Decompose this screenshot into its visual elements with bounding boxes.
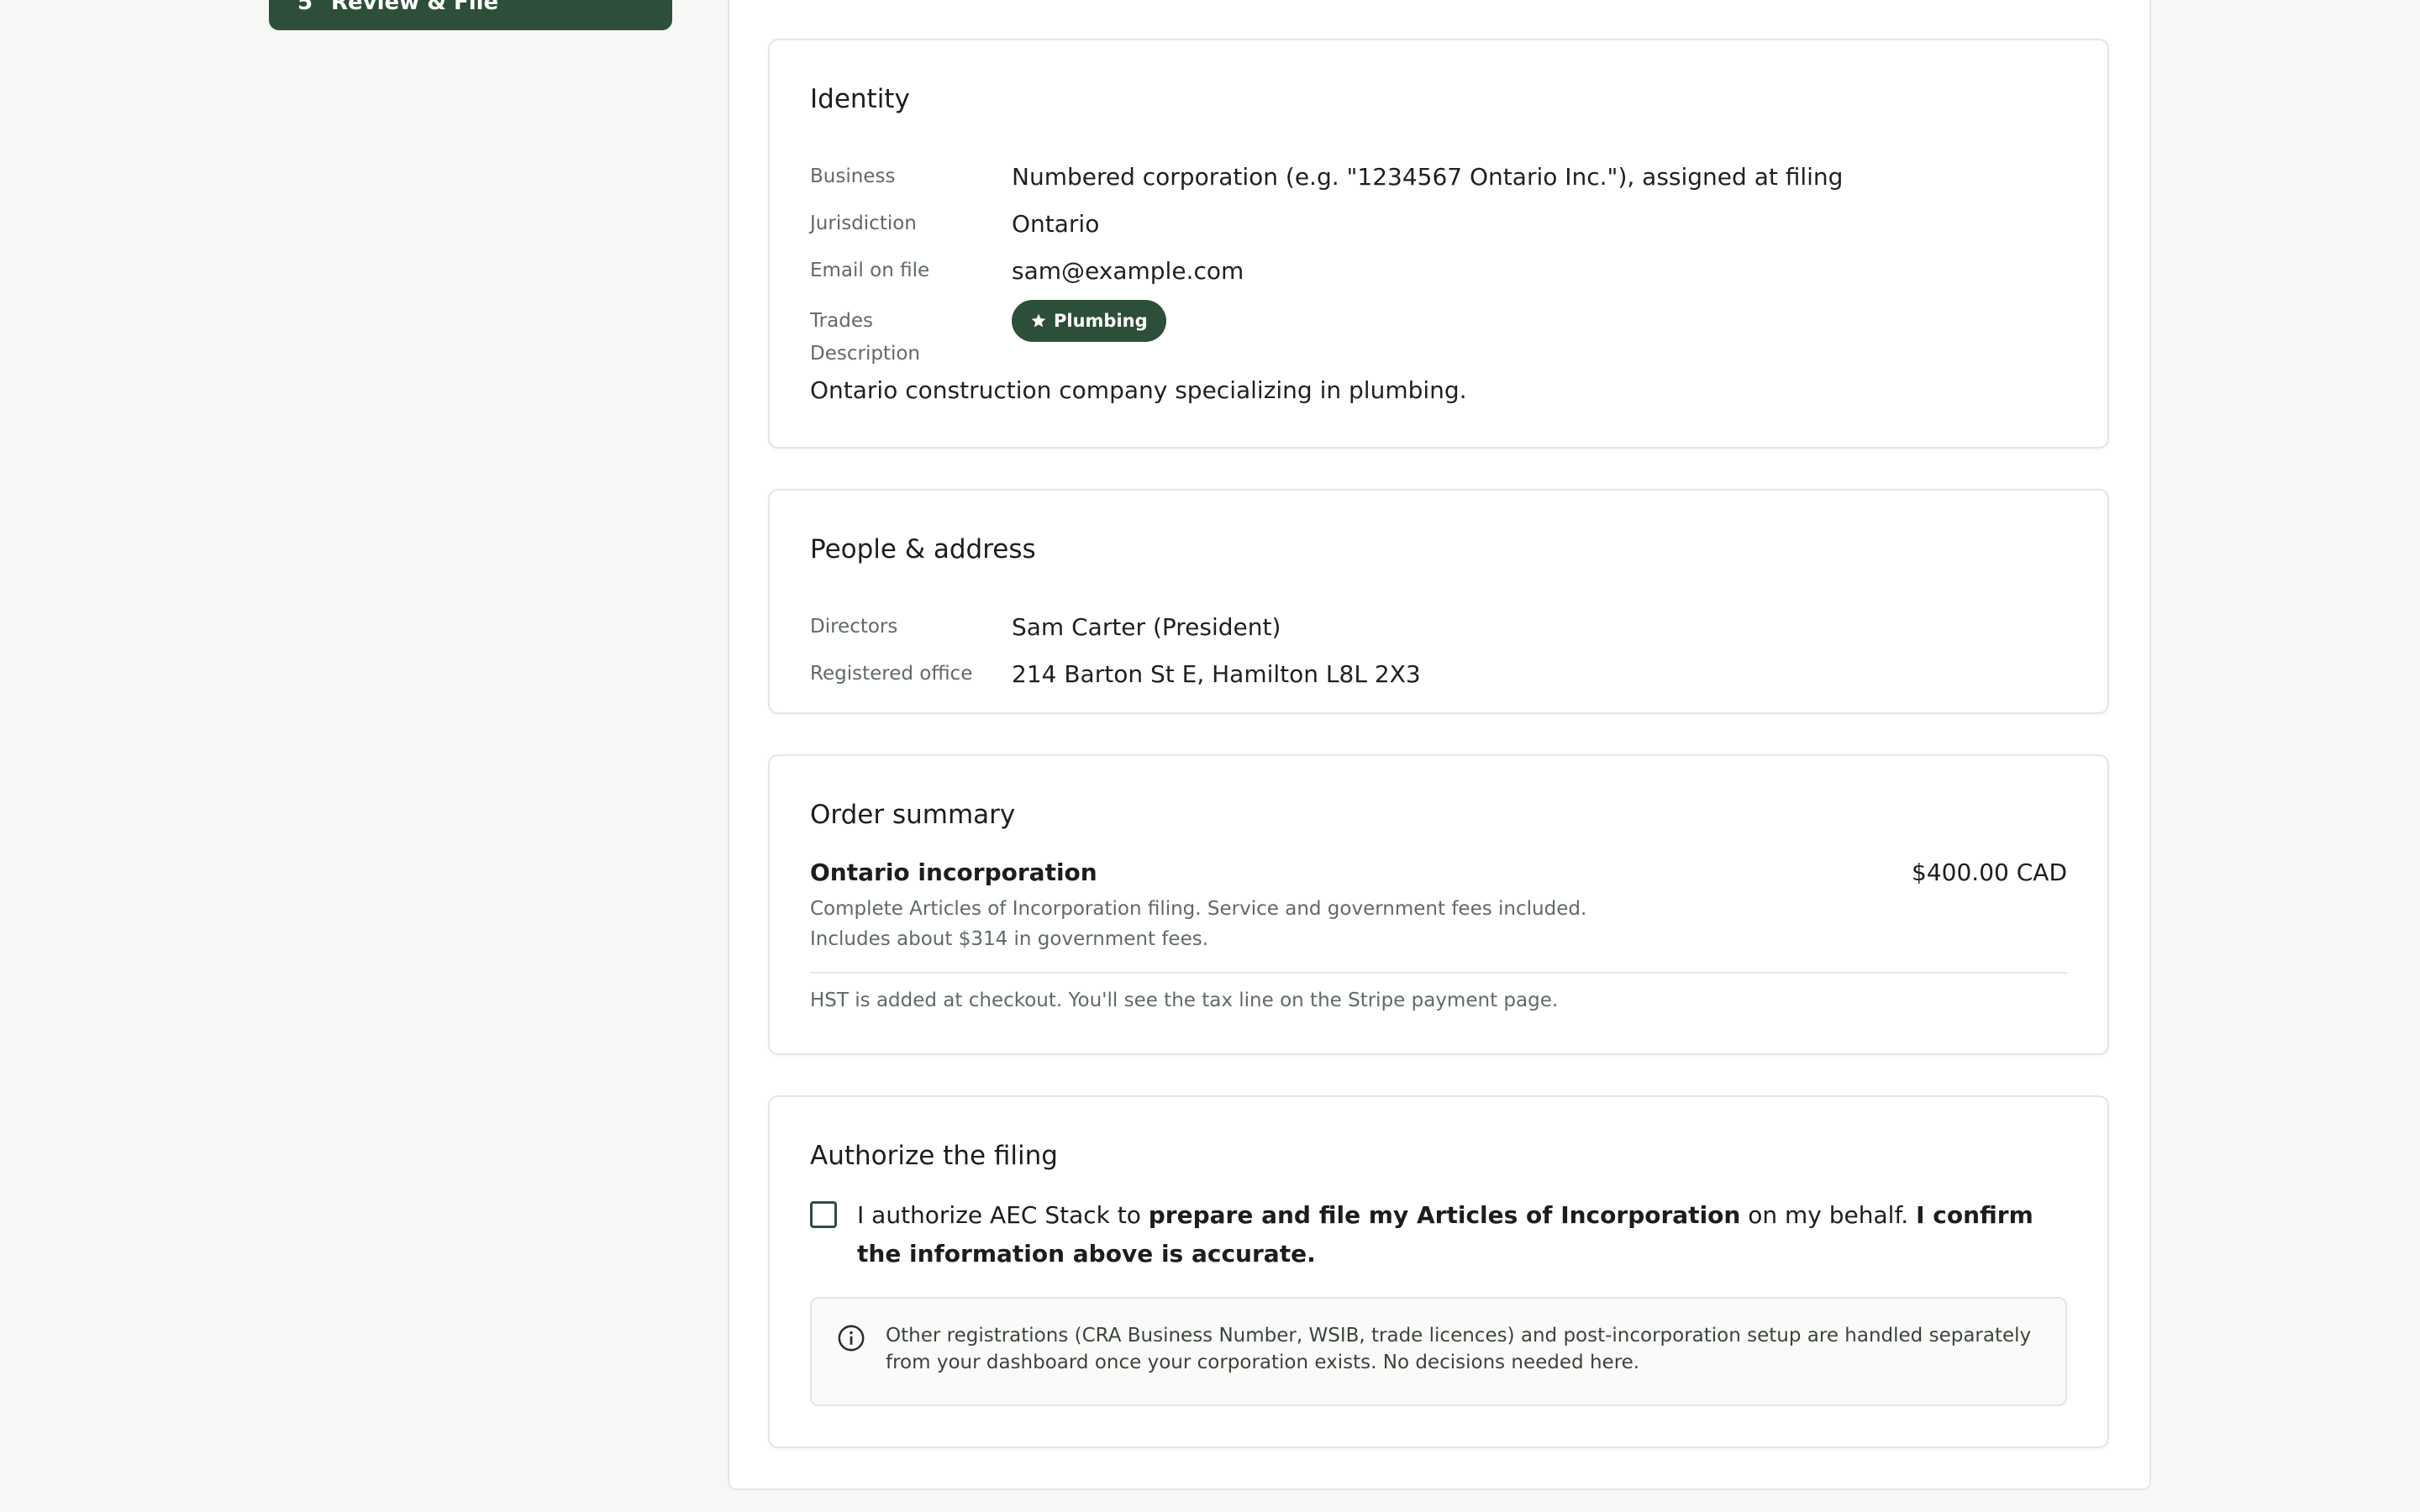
step-label: Review & File: [331, 0, 499, 15]
authorize-title: Authorize the filing: [810, 1141, 1058, 1171]
review-page: 5 Review & File Identity Business Number…: [0, 0, 2420, 1512]
description-value: Ontario construction company specializin…: [810, 376, 1467, 404]
order-item-name: Ontario incorporation: [810, 858, 1097, 886]
description-label: Description: [810, 343, 920, 365]
trades-row: Trades Plumbing: [810, 300, 2067, 342]
directors-label: Directors: [810, 616, 898, 638]
authorize-checkbox[interactable]: [810, 1201, 837, 1228]
directors-value: Sam Carter (President): [1012, 612, 1281, 641]
people-title: People & address: [810, 534, 1036, 564]
office-label: Registered office: [810, 663, 973, 685]
order-item-price: $400.00 CAD: [1912, 858, 2067, 886]
email-value: sam@example.com: [1012, 256, 1244, 285]
step-number: 5: [297, 0, 313, 15]
step-review-and-file[interactable]: 5 Review & File: [269, 0, 672, 30]
trade-chip-label: Plumbing: [1054, 311, 1148, 331]
star-icon: [1031, 313, 1046, 328]
order-item-desc-1: Complete Articles of Incorporation filin…: [810, 898, 1587, 920]
office-row: Registered office 214 Barton St E, Hamil…: [810, 657, 2067, 690]
identity-card: Identity Business Numbered corporation (…: [768, 39, 2109, 449]
office-value: 214 Barton St E, Hamilton L8L 2X3: [1012, 659, 1421, 688]
order-divider: [810, 972, 2067, 974]
jurisdiction-row: Jurisdiction Ontario: [810, 207, 2067, 240]
authorize-text-pre: I authorize AEC Stack to: [857, 1201, 1149, 1229]
business-value: Numbered corporation (e.g. "1234567 Onta…: [1012, 162, 1844, 191]
authorize-text-mid: on my behalf.: [1740, 1201, 1917, 1229]
info-callout: Other registrations (CRA Business Number…: [810, 1297, 2067, 1406]
order-title: Order summary: [810, 800, 1016, 830]
authorize-statement[interactable]: I authorize AEC Stack to prepare and fil…: [857, 1196, 2067, 1273]
jurisdiction-label: Jurisdiction: [810, 213, 917, 234]
trades-label: Trades: [810, 310, 873, 332]
email-row: Email on file sam@example.com: [810, 254, 2067, 287]
directors-row: Directors Sam Carter (President): [810, 610, 2067, 643]
order-summary-card: Order summary Ontario incorporation $400…: [768, 754, 2109, 1055]
authorize-card: Authorize the filing I authorize AEC Sta…: [768, 1095, 2109, 1448]
authorize-text-bold-1: prepare and file my Articles of Incorpor…: [1148, 1201, 1741, 1229]
info-icon: [838, 1325, 865, 1352]
business-row: Business Numbered corporation (e.g. "123…: [810, 160, 2067, 193]
trade-chip-plumbing: Plumbing: [1012, 300, 1166, 342]
email-label: Email on file: [810, 260, 930, 281]
info-text: Other registrations (CRA Business Number…: [886, 1325, 2032, 1373]
tax-note: HST is added at checkout. You'll see the…: [810, 990, 1559, 1011]
jurisdiction-value: Ontario: [1012, 209, 1100, 238]
people-card: People & address Directors Sam Carter (P…: [768, 489, 2109, 714]
identity-title: Identity: [810, 84, 910, 114]
business-label: Business: [810, 165, 896, 187]
order-item-desc-2: Includes about $314 in government fees.: [810, 928, 1209, 950]
